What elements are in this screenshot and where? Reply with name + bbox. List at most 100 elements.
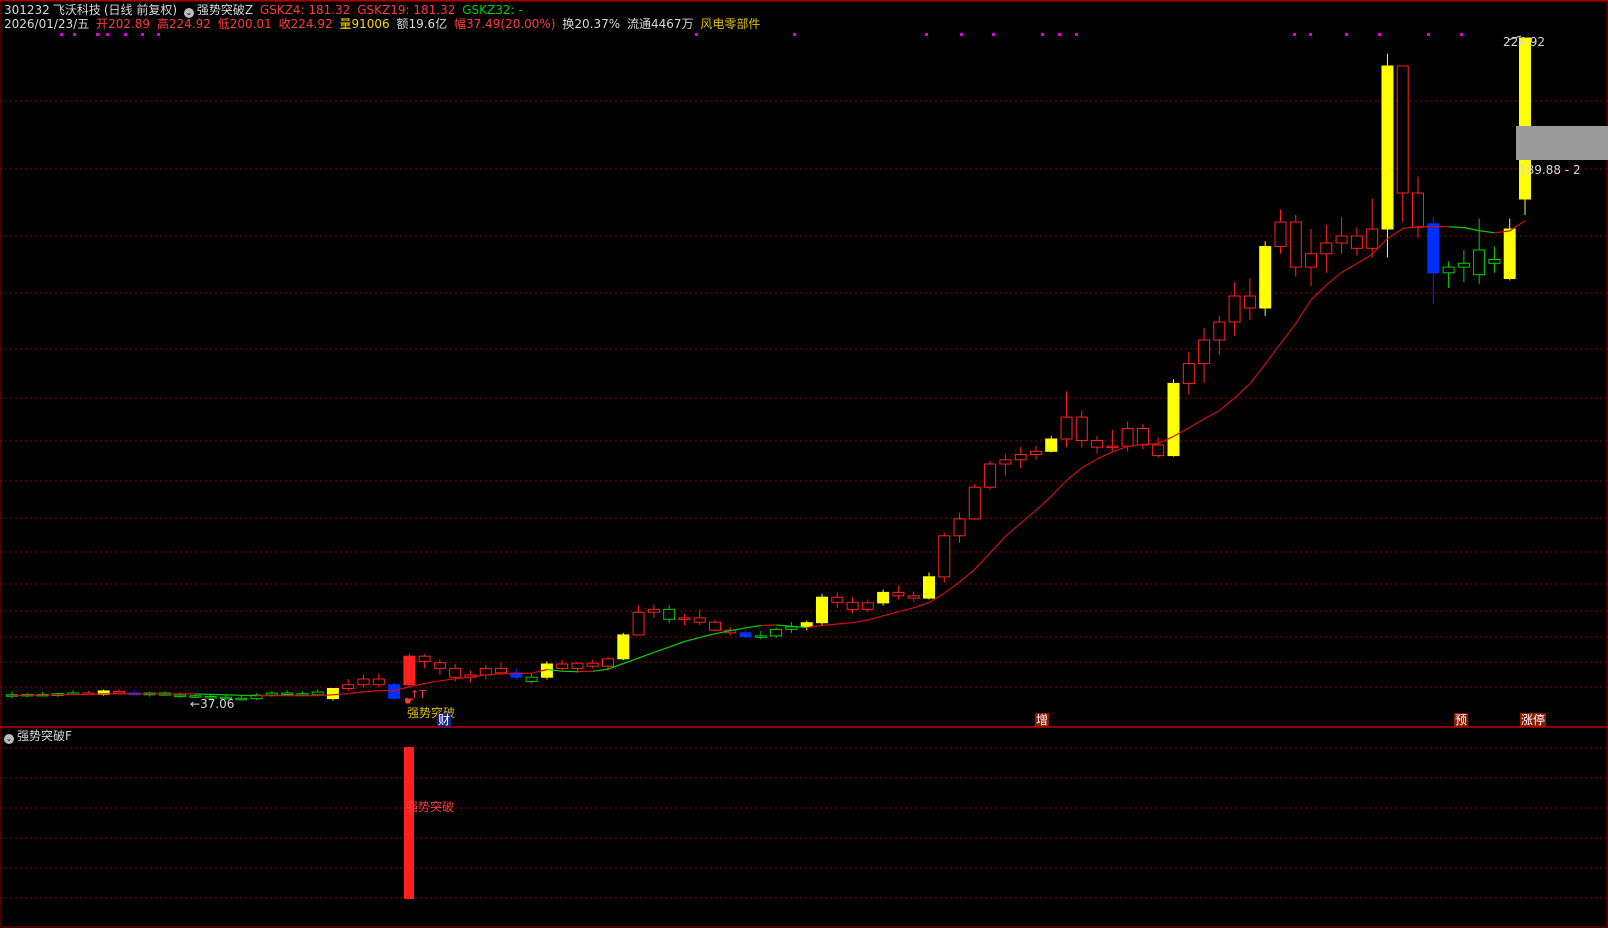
candle-body-63: [968, 486, 981, 520]
ma-segment-67: [1020, 509, 1037, 524]
event-dot-11: [992, 33, 995, 36]
candle-body-27: [418, 655, 431, 662]
candle-body-19: [296, 693, 309, 696]
ma-segment-48: [730, 627, 746, 632]
candle-body-56: [861, 602, 874, 610]
header-line-2: 2026/01/23/五 开202.89 高224.92 低200.01 收22…: [4, 17, 763, 31]
close-value: 224.92: [290, 17, 333, 31]
kline-chart[interactable]: [0, 0, 1608, 928]
ma-segment-63: [959, 568, 976, 583]
indicator-name[interactable]: 强势突破Z: [197, 3, 253, 17]
price-low-label: ←37.06: [190, 697, 235, 711]
event-dot-5: [141, 33, 144, 36]
event-dot-1: [73, 33, 76, 36]
candle-body-66: [1014, 454, 1027, 461]
candle-body-44: [678, 617, 691, 620]
event-dot-9: [925, 33, 928, 36]
candle-body-21: [326, 688, 339, 700]
ma-segment-49: [745, 624, 761, 629]
low-label-pointer: [1509, 689, 1522, 701]
candle-body-28: [433, 662, 446, 669]
marker-yu[interactable]: 预: [1454, 713, 1469, 727]
open-value: 202.89: [108, 17, 151, 31]
amount-label: 额: [396, 17, 409, 31]
ma-segment-82: [1249, 363, 1266, 385]
sector-label[interactable]: 风电零部件: [700, 17, 760, 31]
event-dot-8: [793, 33, 796, 36]
event-dot-19: [1427, 33, 1430, 36]
ma-segment-99: [1509, 220, 1526, 232]
ma-segment-43: [653, 646, 670, 653]
stock-name[interactable]: 飞沃科技: [53, 3, 101, 17]
ma-segment-69: [1050, 480, 1067, 497]
ma-segment-86: [1310, 284, 1327, 301]
marker-cai[interactable]: 财: [437, 713, 452, 727]
amount-value: 19.6亿: [408, 17, 448, 31]
event-dot-13: [1058, 33, 1061, 36]
candle-body-93: [1427, 223, 1440, 274]
low-value: 200.01: [229, 17, 272, 31]
event-dot-3: [106, 33, 109, 36]
ma-segment-81: [1234, 383, 1251, 399]
ma-segment-75: [1142, 443, 1159, 445]
sub-bar-label: 强势突破: [406, 800, 455, 814]
candle-body-34: [525, 676, 538, 683]
ma-segment-78: [1188, 418, 1205, 429]
candle-body-69: [1060, 416, 1073, 440]
ma-segment-56: [852, 619, 868, 624]
candle-body-86: [1320, 242, 1333, 255]
event-dot-2: [96, 33, 99, 36]
gskz19-value: GSKZ19: 181.32: [357, 3, 456, 17]
candle-body-53: [816, 596, 828, 624]
marker-zhangting[interactable]: 涨停: [1520, 713, 1547, 727]
event-dot-18: [1378, 33, 1381, 36]
candle-body-94: [1442, 266, 1455, 274]
ma-segment-50: [760, 624, 777, 627]
ma-segment-65: [989, 535, 1006, 554]
candle-body-40: [617, 634, 630, 660]
candle-body-7: [113, 691, 125, 694]
candle-body-91: [1396, 65, 1409, 194]
chevron-down-icon[interactable]: ⌄: [4, 734, 14, 744]
sub-signal-bar: [404, 747, 414, 899]
ma-segment-23: [348, 691, 364, 695]
candle-body-62: [953, 518, 966, 537]
candle-body-55: [846, 601, 859, 610]
candle-body-97: [1488, 259, 1501, 264]
ma-segment-87: [1325, 271, 1342, 286]
bar-date: 2026/01/23/五: [4, 17, 90, 31]
low-label: 低: [217, 17, 230, 31]
ma-segment-6: [88, 693, 104, 696]
marker-zeng[interactable]: 增: [1035, 713, 1050, 727]
candle-body-64: [984, 463, 997, 488]
ma-segment-44: [668, 640, 685, 648]
event-dot-0: [60, 33, 63, 36]
event-dot-15: [1293, 33, 1296, 36]
ma-segment-97: [1479, 230, 1495, 234]
volume-label: 量: [339, 17, 352, 31]
candle-body-72: [1106, 445, 1119, 449]
gskz32-value: GSKZ32: -: [462, 3, 523, 17]
candle-body-39: [602, 658, 614, 667]
candle-body-78: [1198, 339, 1211, 365]
ma-segment-42: [638, 651, 655, 659]
candle-body-49: [754, 635, 767, 638]
ma-segment-54: [821, 623, 838, 627]
ma-segment-89: [1356, 253, 1373, 265]
candle-body-52: [800, 622, 813, 628]
candle-body-84: [1289, 221, 1302, 268]
price-box: [1516, 126, 1608, 160]
candle-body-22: [342, 684, 355, 690]
candle-body-80: [1228, 295, 1241, 323]
gskz4-value: GSKZ4: 181.32: [259, 3, 351, 17]
candle-body-59: [907, 595, 920, 599]
candle-body-85: [1305, 253, 1317, 268]
candle-body-41: [632, 611, 645, 636]
change-value: 37.49(20.00%): [466, 17, 556, 31]
ma-segment-58: [882, 611, 899, 617]
ma-segment-71: [1081, 458, 1098, 469]
ma-segment-14: [210, 693, 227, 696]
sub-indicator-name[interactable]: 强势突破F: [17, 729, 72, 743]
candle-body-45: [693, 617, 706, 623]
ma-segment-46: [699, 633, 716, 638]
